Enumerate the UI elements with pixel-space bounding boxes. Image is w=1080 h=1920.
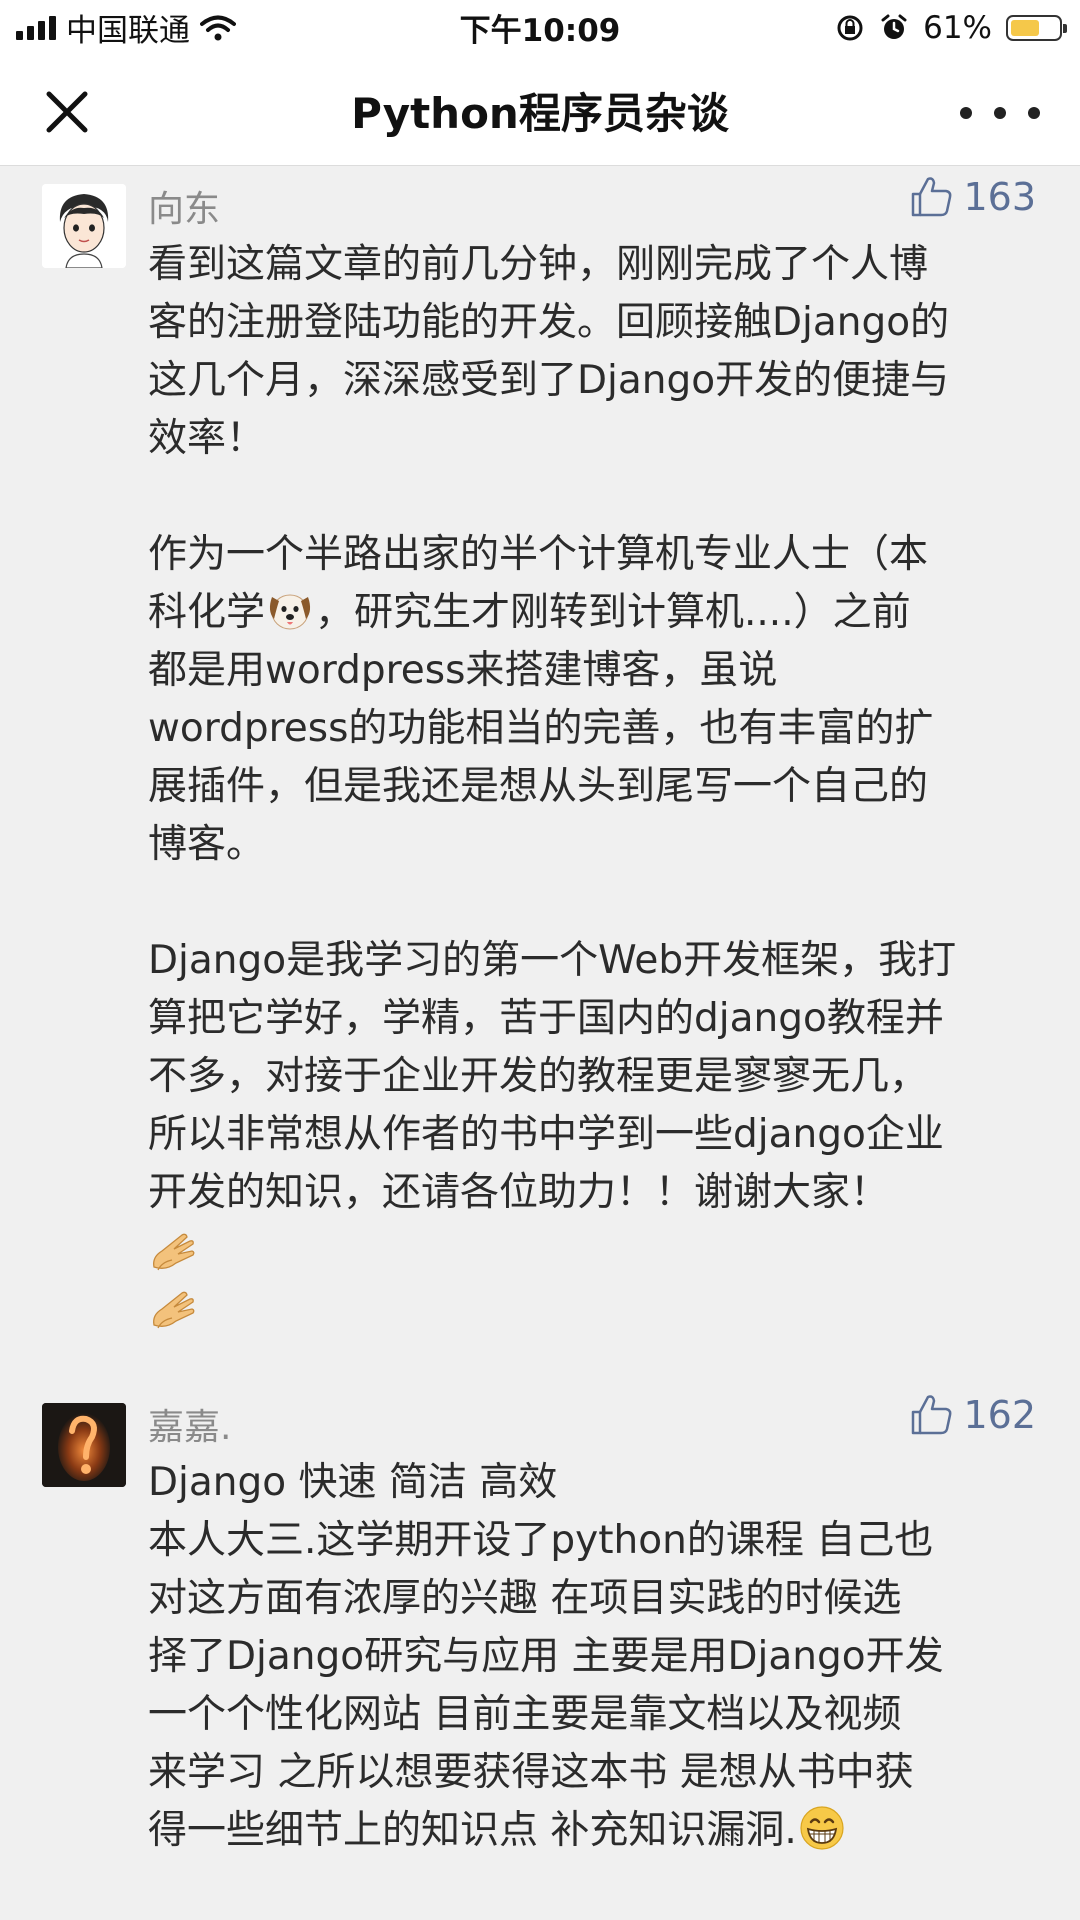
battery-percent: 61% [923, 9, 992, 46]
comment-line: 所以非常想从作者的书中学到一些django企业 [148, 1112, 944, 1157]
comment-line: 作为一个半路出家的半个计算机专业人士（本 [148, 532, 929, 577]
comment-blank-line [148, 874, 1048, 932]
comment-line-part: 得一些细节上的知识点 补充知识漏洞. [148, 1808, 797, 1853]
close-button[interactable] [40, 85, 94, 139]
status-right: 61% [835, 10, 1080, 46]
comment-line: 开发的知识，还请各位助力！！谢谢大家！ [148, 1170, 890, 1215]
comment-line: wordpress的功能相当的完善，也有丰富的扩 [148, 706, 934, 751]
like-button[interactable]: 162 [909, 1392, 1036, 1438]
emoji-line [148, 1222, 1048, 1280]
signal-icon [16, 15, 56, 40]
grinning-face-icon [800, 1806, 844, 1850]
comment-line: 得一些细节上的知识点 补充知识漏洞. [148, 1802, 1048, 1860]
comment-line: Django 快速 简洁 高效 [148, 1460, 558, 1505]
comment-blank-line [148, 468, 1048, 526]
wifi-icon [200, 15, 236, 40]
avatar[interactable] [42, 184, 126, 268]
avatar-cartoon-icon [42, 184, 126, 268]
comment-line: 这几个月，深深感受到了Django开发的便捷与 [148, 358, 950, 403]
page-title: Python程序员杂谈 [351, 88, 729, 138]
comment-body: Django 快速 简洁 高效 本人大三.这学期开设了python的课程 自己也… [148, 1454, 1048, 1860]
thumbs-up-icon [912, 1395, 952, 1435]
avatar-fire-icon [42, 1403, 126, 1487]
like-button[interactable]: 163 [909, 174, 1036, 220]
like-count: 162 [963, 1393, 1036, 1437]
battery-level [1011, 19, 1040, 36]
carrier-label: 中国联通 [66, 13, 190, 49]
comment-line: 博客。 [148, 822, 266, 867]
emoji-line [148, 1280, 1048, 1338]
more-icon [960, 107, 972, 119]
close-icon [46, 91, 88, 133]
comment-line: 都是用wordpress来搭建博客，虽说 [148, 648, 778, 693]
comment-author[interactable]: 嘉嘉. [148, 1398, 231, 1450]
thumbs-up-icon [912, 177, 952, 217]
comment-line: 不多，对接于企业开发的教程更是寥寥无几， [148, 1054, 929, 1099]
comment-line: 择了Django研究与应用 主要是用Django开发 [148, 1634, 944, 1679]
comment-line: Django是我学习的第一个Web开发框架，我打 [148, 938, 957, 983]
orientation-lock-icon [837, 15, 863, 40]
comment-line: 客的注册登陆功能的开发。回顾接触Django的 [148, 300, 950, 345]
dog-face-icon [269, 594, 311, 630]
more-button[interactable] [960, 93, 1040, 133]
comment-line-part: ，研究生才刚转到计算机....）之前 [315, 590, 911, 635]
comment-line: 展插件，但是我还是想从头到尾写一个自己的 [148, 764, 929, 809]
comment-line: 看到这篇文章的前几分钟，刚刚完成了个人博 [148, 242, 929, 287]
avatar[interactable] [42, 1403, 126, 1487]
comment-line: 本人大三.这学期开设了python的课程 自己也 [148, 1518, 934, 1563]
comment-line: 效率！ [148, 416, 266, 461]
alarm-icon [881, 14, 907, 39]
nav-bar: Python程序员杂谈 [0, 55, 1080, 166]
comment-line: 对这方面有浓厚的兴趣 在项目实践的时候选 [148, 1576, 902, 1621]
battery-icon [1006, 14, 1067, 41]
comment-author[interactable]: 向东 [148, 180, 220, 232]
comment-line: 科化学 ，研究生才刚转到计算机....）之前 [148, 584, 1048, 642]
comment-line: 来学习 之所以想要获得这本书 是想从书中获 [148, 1750, 914, 1795]
status-bar: 中国联通 下午10:09 61% [0, 0, 1080, 55]
clapping-hands-icon [153, 1233, 195, 1271]
comment-line: 一个个性化网站 目前主要是靠文档以及视频 [148, 1692, 902, 1737]
like-count: 163 [963, 175, 1036, 219]
comment-body: 看到这篇文章的前几分钟，刚刚完成了个人博 客的注册登陆功能的开发。回顾接触Dja… [148, 236, 1048, 1338]
clapping-hands-icon [153, 1291, 195, 1329]
comment-line-part: 科化学 [148, 590, 266, 635]
comment-line: 算把它学好，学精，苦于国内的django教程并 [148, 996, 944, 1041]
status-left: 中国联通 [0, 5, 236, 50]
